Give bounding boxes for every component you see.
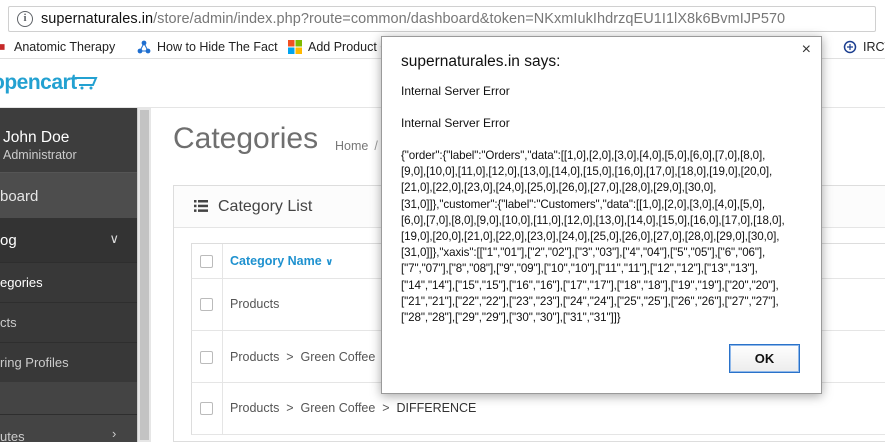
sidebar-item-label: ring Profiles	[0, 355, 69, 370]
irctc-icon	[843, 40, 857, 54]
user-role: Administrator	[3, 148, 77, 162]
category-name: Products > Green Coffee	[230, 350, 376, 364]
sidebar-scrollbar[interactable]	[137, 108, 151, 442]
bookmark-add-product[interactable]: Add Product C	[288, 40, 389, 54]
category-path: Products > Green Coffee >	[230, 401, 397, 415]
url-path: /store/admin/index.php?route=common/dash…	[153, 11, 786, 27]
opencart-logo[interactable]: opencart	[0, 71, 77, 95]
bookmark-how-to-hide[interactable]: How to Hide The Fact	[137, 40, 278, 54]
bookmark-label: IRCT	[863, 40, 885, 54]
sort-category-name[interactable]: Category Name ∨	[230, 254, 333, 268]
dialog-title: supernaturales.in says:	[401, 53, 561, 70]
category-leaf: DIFFERENCE	[396, 401, 477, 415]
logo-text: opencart	[0, 71, 77, 94]
network-icon	[137, 40, 151, 54]
sidebar-item-label: egories	[0, 275, 43, 290]
column-divider	[222, 331, 223, 382]
chevron-right-icon: ›	[112, 426, 117, 441]
dialog-message: Internal Server Error	[401, 116, 510, 130]
dialog-message: Internal Server Error	[401, 84, 510, 98]
close-icon[interactable]: ×	[802, 41, 811, 59]
row-checkbox[interactable]	[200, 298, 213, 311]
row-checkbox[interactable]	[200, 402, 213, 415]
column-divider	[222, 244, 223, 278]
bookmark-label: Add Product C	[308, 40, 390, 54]
bookmark-label: Anatomic Therapy	[14, 40, 116, 54]
bookmark-label: How to Hide The Fact	[157, 40, 278, 54]
sidebar-item-products[interactable]: cts	[0, 302, 137, 342]
category-name: Products > Green Coffee > DIFFERENCE	[230, 401, 476, 415]
row-checkbox[interactable]	[200, 351, 213, 364]
list-icon	[194, 200, 208, 212]
breadcrumb: Home /	[335, 139, 378, 153]
sidebar-item-categories[interactable]: egories	[0, 262, 137, 302]
column-divider	[222, 383, 223, 434]
address-bar-area: i supernaturales.in/store/admin/index.ph…	[0, 0, 885, 38]
sort-caret-icon: ∨	[325, 257, 334, 268]
user-profile[interactable]: John Doe Administrator	[0, 108, 137, 172]
scrollbar-thumb[interactable]	[140, 110, 149, 440]
bookmark-anatomic-therapy[interactable]: Anatomic Therapy	[0, 40, 115, 54]
page-title: Categories	[173, 122, 319, 155]
sidebar-item-label: utes	[0, 429, 25, 442]
url-host: supernaturales.in	[41, 11, 154, 27]
cart-logo-icon	[75, 77, 98, 90]
breadcrumb-separator: /	[374, 139, 378, 153]
select-all-checkbox[interactable]	[200, 255, 213, 268]
red-bookmark-icon	[0, 44, 5, 50]
sidebar-item-label: og	[0, 232, 17, 249]
sidebar: John Doe Administrator board og ∨ egorie…	[0, 108, 137, 442]
alert-dialog: × supernaturales.in says: Internal Serve…	[381, 36, 822, 394]
breadcrumb-home[interactable]: Home	[335, 139, 368, 153]
url-text[interactable]: supernaturales.in/store/admin/index.php?…	[41, 11, 785, 27]
ok-button[interactable]: OK	[729, 344, 800, 373]
sidebar-item-catalog[interactable]: og ∨	[0, 218, 137, 262]
dialog-json-response: {"order":{"label":"Orders","data":[[1,0]…	[401, 149, 785, 325]
chevron-down-icon: ∨	[109, 231, 119, 246]
sidebar-item-dashboard[interactable]: board	[0, 172, 137, 218]
sidebar-item-routes[interactable]: utes ›	[0, 414, 137, 442]
info-icon[interactable]: i	[17, 11, 33, 27]
windows-icon	[288, 40, 302, 54]
address-bar[interactable]: i supernaturales.in/store/admin/index.ph…	[8, 6, 876, 32]
sidebar-item-recurring-profiles[interactable]: ring Profiles	[0, 342, 137, 382]
bookmark-irct[interactable]: IRCT	[843, 40, 885, 54]
column-header-label: Category Name	[230, 254, 322, 268]
sidebar-item-label: cts	[0, 315, 17, 330]
category-name: Products	[230, 297, 280, 311]
column-divider	[222, 279, 223, 330]
user-name: John Doe	[3, 129, 70, 146]
sidebar-item-label: board	[0, 188, 39, 205]
panel-title: Category List	[218, 198, 313, 215]
